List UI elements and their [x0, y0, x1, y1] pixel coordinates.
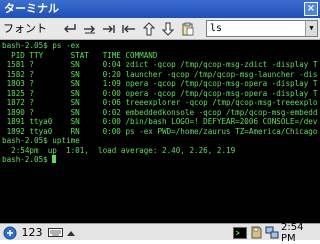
terminal-prompt-line[interactable]: bash-2.05$ — [2, 155, 318, 165]
terminal-line: 1803 ? SN 1:09 opera -qcop /tmp/qcop-msg… — [2, 79, 318, 88]
terminal-line: 1825 ? SN 0:00 opera -qcop /tmp/qcop-msg… — [2, 88, 318, 98]
chevron-down-icon[interactable]: ▼ — [305, 21, 317, 36]
terminal-line: 1872 ? SN 0:06 treeexplorer -qcop /tmp/q… — [2, 98, 318, 107]
terminal-line: bash-2.05$ ps -ex — [2, 41, 80, 50]
window-title: ターミナル — [4, 2, 59, 15]
start-menu-icon[interactable] — [2, 225, 18, 240]
network-icon[interactable] — [264, 225, 280, 240]
terminal-app-icon[interactable] — [232, 225, 248, 240]
terminal-line: 1891 ttya0 SN 0:00 /bin/bash LOGO=! DEFY… — [2, 117, 318, 126]
command-value[interactable]: ls — [210, 21, 222, 36]
send-enter-icon[interactable] — [62, 21, 78, 37]
backspace-icon[interactable] — [121, 21, 137, 37]
terminal-line: 1582 ? SN 0:20 launcher -qcop /tmp/qcop-… — [2, 69, 318, 79]
clock[interactable]: 2:54 PM — [281, 222, 319, 244]
terminal-line: 1581 ? SN 0:04 zdict -qcop /tmp/qcop-msg… — [2, 60, 318, 69]
title-bar: ターミナル × — [0, 0, 320, 18]
terminal-line: 1892 ttya0 RN 0:00 ps -ex PWD=/home/zaur… — [2, 126, 318, 136]
keyboard-icon[interactable] — [47, 225, 63, 240]
storage-card-icon[interactable] — [249, 225, 263, 240]
terminal-prompt: bash-2.05$ — [2, 155, 53, 164]
command-combobox[interactable]: ls ▼ — [206, 20, 318, 37]
taskbar: 123 2:54 PM — [0, 222, 320, 244]
chevron-up-icon[interactable] — [66, 225, 76, 240]
arrow-down-icon[interactable] — [160, 21, 176, 37]
terminal-view[interactable]: bash-2.05$ ps -ex PID TTY STAT TIME COMM… — [0, 40, 320, 223]
toolbar: フォント ls ▼ — [0, 18, 320, 40]
terminal-line: 1890 ? SN 0:02 embeddedkonsole -qcop /tm… — [2, 107, 318, 117]
terminal-output: bash-2.05$ ps -ex PID TTY STAT TIME COMM… — [2, 41, 318, 165]
terminal-line: 2:54pm up 1:01, load average: 2.40, 2.26… — [2, 145, 236, 155]
input-mode-indicator[interactable]: 123 — [20, 225, 44, 240]
terminal-line: bash-2.05$ uptime — [2, 136, 80, 145]
terminal-line: PID TTY STAT TIME COMMAND — [2, 50, 158, 60]
terminal-cursor — [52, 155, 57, 163]
send-space-icon[interactable] — [82, 21, 98, 37]
arrow-up-icon[interactable] — [141, 21, 157, 37]
paste-icon[interactable] — [180, 21, 196, 37]
close-button[interactable]: × — [304, 2, 318, 16]
font-menu[interactable]: フォント — [3, 21, 47, 37]
send-tab-icon[interactable] — [101, 21, 117, 37]
